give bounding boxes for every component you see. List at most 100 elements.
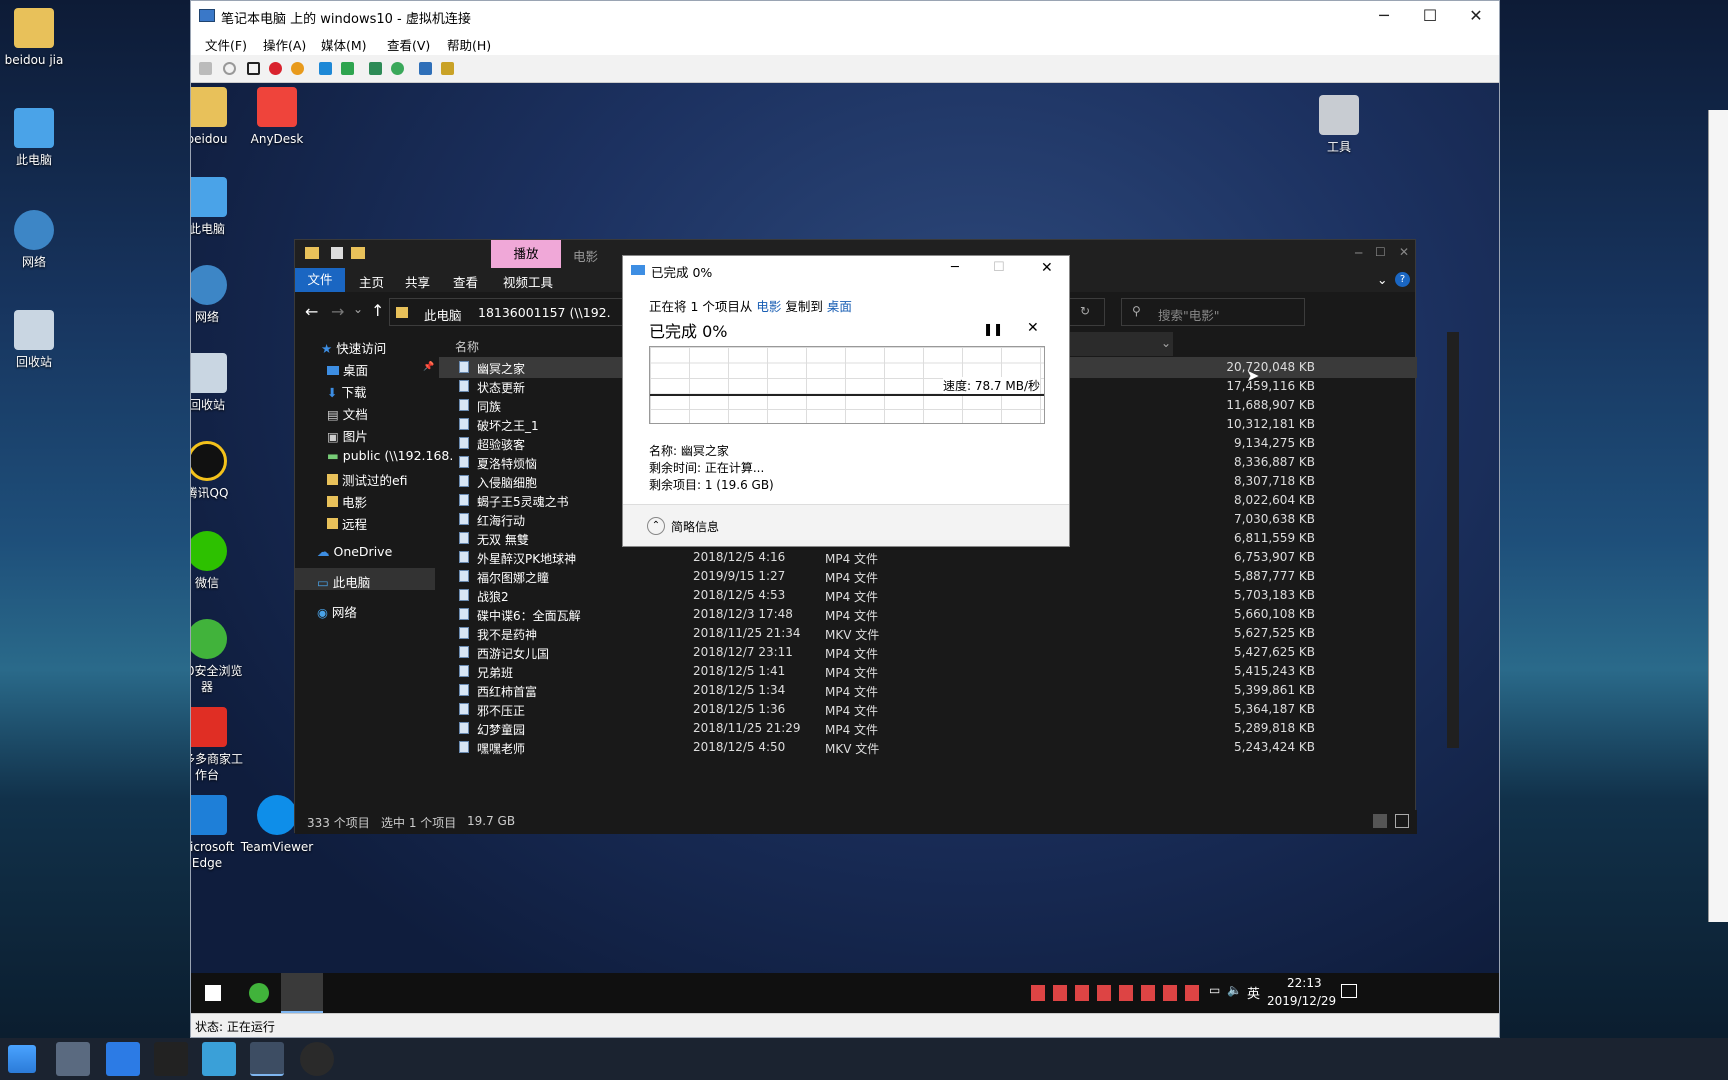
table-row[interactable]: 兄弟班 2018/12/5 1:41 MP4 文件 5,415,243 KB [439,661,1417,682]
destination-link[interactable]: 桌面 [827,299,852,314]
breadcrumb-share[interactable]: 18136001157 (\\192. [478,305,611,320]
menu-file[interactable]: 文件(F) [205,35,247,54]
turn-off-icon[interactable] [247,62,260,75]
start-icon[interactable] [223,62,236,75]
vm-connect-icon[interactable] [250,1042,284,1076]
column-header-name[interactable]: 名称 [455,338,479,355]
nav-tested-efi[interactable]: 测试过的efi [327,470,408,489]
nav-remote[interactable]: 远程 [327,514,367,533]
menu-action[interactable]: 操作(A) [263,35,306,54]
windows-start-icon[interactable] [8,1045,36,1073]
maximize-button[interactable]: ☐ [993,260,1005,275]
guest-icon-this-pc[interactable]: 此电脑 [191,177,245,237]
nav-network[interactable]: ◉ 网络 [317,602,357,621]
guest-icon-anydesk[interactable]: AnyDesk [239,87,315,147]
new-folder-icon[interactable] [351,247,365,259]
table-row[interactable]: 碟中谍6：全面瓦解 2018/12/3 17:48 MP4 文件 5,660,108 … [439,604,1417,625]
guest-icon-qq[interactable]: 腾讯QQ [191,441,245,501]
resume-icon[interactable] [341,62,354,75]
source-link[interactable]: 电影 [756,299,781,314]
pause-button[interactable]: ❚❚ [983,322,1003,336]
table-row[interactable]: 战狼2 2018/12/5 4:53 MP4 文件 5,703,183 KB [439,585,1417,606]
nav-desktop[interactable]: 桌面 [327,360,368,379]
action-center-icon[interactable] [1341,984,1357,998]
360-taskbar-icon[interactable] [249,983,269,1003]
up-arrow-icon[interactable]: ↑ [371,301,384,320]
tray-time[interactable]: 22:13 [1287,976,1322,990]
nav-onedrive[interactable]: ☁ OneDrive [317,544,392,559]
ribbon-tab-file[interactable]: 文件 [295,268,345,292]
minimize-button[interactable]: ─ [1361,1,1407,31]
nav-movies[interactable]: 电影 [327,492,367,511]
explorer-taskbar-icon[interactable] [281,973,323,1013]
nav-documents[interactable]: ▤ 文档 [327,404,368,423]
sort-chevron-icon[interactable]: ⌄ [1161,336,1171,350]
nav-downloads[interactable]: ⬇ 下载 [327,382,366,401]
host-icon-this-pc[interactable]: 此电脑 [0,108,72,168]
minimize-button[interactable]: ─ [951,260,959,275]
guest-icon-tools[interactable]: 工具 [1301,95,1377,155]
file-explorer-icon[interactable] [56,1042,90,1076]
guest-icon-pinduoduo[interactable]: 拼多多商家工作台 [191,707,245,783]
table-row[interactable]: 西红柿首富 2018/12/5 1:34 MP4 文件 5,399,861 KB [439,680,1417,701]
menu-media[interactable]: 媒体(M) [321,35,367,54]
menu-view[interactable]: 查看(V) [387,35,430,54]
tray-app-icons[interactable] [1031,985,1199,1001]
shutdown-icon[interactable] [269,62,282,75]
menu-help[interactable]: 帮助(H) [447,35,491,54]
search-box[interactable]: ⚲ 搜索"电影" [1121,298,1305,326]
table-row[interactable]: 我不是药神 2018/11/25 21:34 MKV 文件 5,627,525 KB [439,623,1417,644]
maximize-button[interactable]: ☐ [1375,245,1386,259]
recent-chevron-icon[interactable]: ⌄ [353,302,363,316]
ctrl-alt-del-icon[interactable] [199,62,212,75]
ribbon-tab-home[interactable]: 主页 [359,272,384,291]
table-row[interactable]: 邪不压正 2018/12/5 1:36 MP4 文件 5,364,187 KB [439,699,1417,720]
host-icon-user[interactable]: beidou jia [0,8,72,68]
collapse-details-icon[interactable]: ⌃ [647,517,665,535]
nav-this-pc[interactable]: ▭ 此电脑 [317,572,370,591]
ribbon-tab-video-tools[interactable]: 视频工具 [503,272,553,291]
guest-icon-wechat[interactable]: 微信 [191,531,245,591]
breadcrumb-this-pc[interactable]: 此电脑 [424,305,462,324]
fewer-details-button[interactable]: 简略信息 [671,518,719,535]
tray-language[interactable]: 英 [1247,983,1260,1002]
notes-icon[interactable] [154,1042,188,1076]
table-row[interactable]: 幻梦童园 2018/11/25 21:29 MP4 文件 5,289,818 KB [439,718,1417,739]
context-tab-play[interactable]: 播放 [491,240,561,268]
guest-icon-network[interactable]: 网络 [191,265,245,325]
guest-icon-edge[interactable]: Microsoft Edge [191,795,245,871]
ribbon-tab-view[interactable]: 查看 [453,272,478,291]
close-button[interactable]: ✕ [1453,1,1499,31]
maximize-button[interactable]: ☐ [1407,1,1453,31]
help-icon[interactable]: ? [1395,272,1410,287]
app-u-icon[interactable] [106,1042,140,1076]
large-icons-view-icon[interactable] [1395,814,1409,828]
guest-icon-360-browser[interactable]: 360安全浏览器 [191,619,245,695]
scrollbar[interactable] [1447,332,1459,748]
windows-start-icon[interactable] [205,985,221,1001]
nav-pictures[interactable]: ▣ 图片 [327,426,368,445]
guest-icon-recycle[interactable]: 回收站 [191,353,245,413]
save-icon[interactable] [291,62,304,75]
table-row[interactable]: 外星醉汉PK地球神 2018/12/5 4:16 MP4 文件 6,753,907 K… [439,547,1417,568]
refresh-icon[interactable]: ↻ [1080,304,1090,318]
pause-icon[interactable] [319,62,332,75]
ribbon-expand-icon[interactable]: ⌄ [1377,272,1387,287]
cancel-button[interactable]: ✕ [1027,320,1039,336]
vm-guest-screen[interactable]: beidou AnyDesk 工具 此电脑 网络 回收站 腾讯QQ 微信 360… [191,83,1499,1013]
table-row[interactable]: 嘿嘿老师 2018/12/5 4:50 MKV 文件 5,243,424 KB [439,737,1417,758]
tray-network-icon[interactable]: ▭ [1209,983,1220,997]
nav-quick-access[interactable]: ★ 快速访问 [321,338,386,357]
tray-volume-icon[interactable]: 🔈 [1227,983,1242,997]
table-row[interactable]: 福尔图娜之瞳 2019/9/15 1:27 MP4 文件 5,887,777 KB [439,566,1417,587]
host-icon-network[interactable]: 网络 [0,210,72,270]
minimize-button[interactable]: ─ [1355,246,1362,260]
share-icon[interactable] [441,62,454,75]
enhanced-session-icon[interactable] [419,62,432,75]
camera-icon[interactable] [300,1042,334,1076]
back-arrow-icon[interactable]: ← [305,302,318,321]
checkpoint-icon[interactable] [369,62,382,75]
guest-icon-user[interactable]: beidou [191,87,245,147]
background-window-sliver[interactable] [1708,110,1728,922]
nav-public-share[interactable]: ▬ public (\\192.168. [327,448,453,463]
